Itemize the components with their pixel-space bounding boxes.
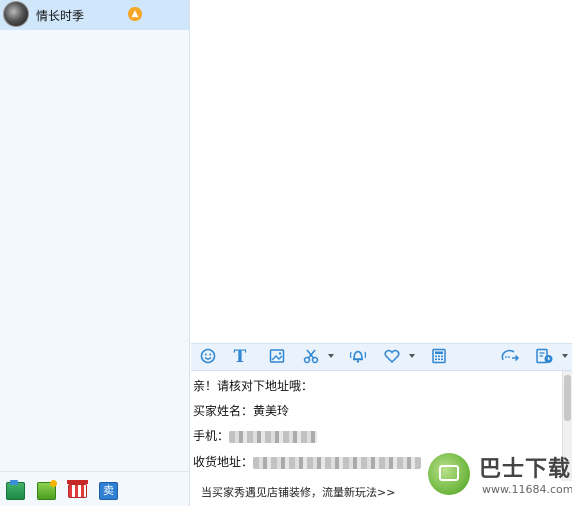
message-line: 买家姓名：黄美玲 — [193, 402, 289, 419]
message-greeting: 亲！请核对下地址哦： — [193, 379, 314, 393]
avatar — [3, 1, 29, 27]
bell-icon[interactable] — [348, 348, 368, 366]
scrollbar-thumb[interactable] — [564, 375, 571, 421]
history-dropdown[interactable] — [562, 354, 568, 358]
history-icon[interactable] — [535, 348, 555, 366]
screenshot-icon[interactable] — [302, 348, 320, 366]
contact-item[interactable]: 情长时季 ▲ — [0, 0, 189, 30]
contact-name: 情长时季 — [36, 9, 85, 23]
buyer-name-value: 黄美玲 — [253, 404, 290, 418]
favorite-dropdown[interactable] — [409, 354, 415, 358]
watermark-title: 巴士下载 — [479, 457, 572, 482]
promo-link[interactable]: 当买家秀遇见店铺装修，流量新玩法>> — [201, 484, 395, 500]
shop-icon[interactable] — [67, 480, 88, 498]
emoji-icon[interactable] — [199, 348, 217, 366]
seller-badge-icon: ▲ — [128, 7, 142, 21]
left-bottom-toolbar: 卖 — [0, 471, 189, 507]
favorite-icon[interactable] — [383, 348, 401, 366]
phone-label: 手机： — [193, 429, 230, 443]
calculator-icon[interactable] — [430, 348, 448, 366]
image-icon[interactable] — [268, 348, 286, 366]
font-icon[interactable]: T — [231, 348, 249, 366]
watermark: 巴士下载 www.11684.com — [424, 447, 572, 506]
screenshot-dropdown[interactable] — [328, 354, 334, 358]
transfer-icon[interactable] — [500, 348, 520, 366]
sell-icon[interactable]: 卖 — [99, 482, 118, 500]
message-line: 手机： — [193, 427, 318, 444]
address-label: 收货地址： — [193, 455, 254, 469]
chat-toolbar: T — [191, 343, 572, 371]
buyer-name-label: 买家姓名： — [193, 404, 254, 418]
watermark-url: www.11684.com — [482, 483, 572, 496]
store-icon[interactable] — [6, 480, 25, 500]
contact-panel: 情长时季 ▲ 卖 — [0, 0, 190, 506]
address-value-redacted — [253, 456, 422, 469]
message-line: 收货地址： — [193, 453, 422, 470]
watermark-logo — [428, 453, 470, 495]
message-line: 亲！请核对下地址哦： — [193, 377, 313, 394]
phone-value-redacted — [229, 430, 318, 443]
wallet-icon[interactable] — [37, 480, 57, 500]
